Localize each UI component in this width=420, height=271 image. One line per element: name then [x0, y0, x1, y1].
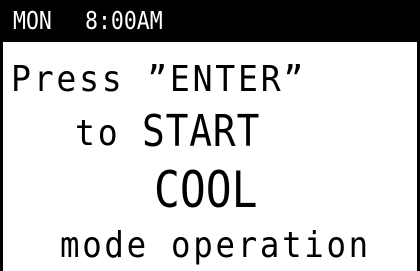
instruction-to: to: [75, 113, 121, 154]
lcd-screen: MON 8:00AM Press ”ENTER” to START COOL m…: [0, 0, 420, 271]
mode-name: COOL: [154, 161, 258, 219]
instruction-line-4: mode operation: [60, 225, 371, 266]
day-of-week: MON: [13, 6, 52, 35]
status-bar: MON 8:00AM: [3, 0, 417, 42]
instruction-start: START: [142, 106, 261, 157]
clock-time: 8:00AM: [85, 6, 163, 35]
instruction-line-1: Press ”ENTER”: [11, 59, 307, 100]
